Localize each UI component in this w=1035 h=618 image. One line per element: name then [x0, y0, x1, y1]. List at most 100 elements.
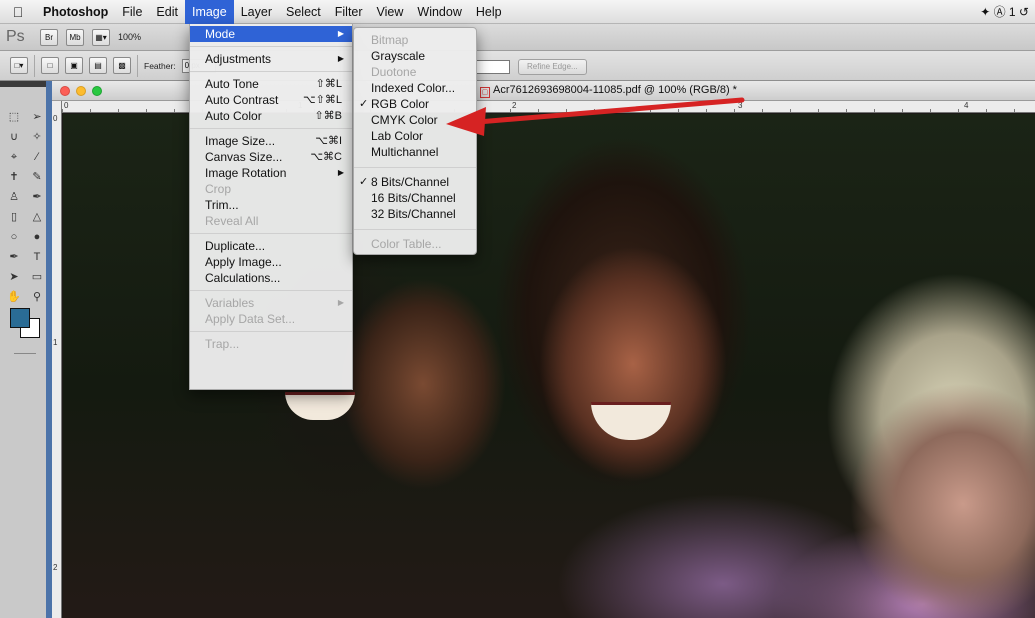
paint-bucket-tool-icon[interactable]: △	[26, 209, 48, 226]
mode-item-32-bits[interactable]: 32 Bits/Channel	[354, 206, 476, 222]
brush-tool-icon[interactable]: ✎	[26, 169, 48, 186]
mode-item-indexed-color[interactable]: Indexed Color...	[354, 80, 476, 96]
menu-item-adjustments[interactable]: Adjustments ▶	[190, 51, 352, 67]
vertical-ruler[interactable]: 0 1 2	[52, 101, 62, 618]
menu-item-auto-tone[interactable]: Auto Tone ⇧⌘L	[190, 76, 352, 92]
blur-tool-icon[interactable]: ○	[3, 229, 25, 246]
shape-tool-icon[interactable]: ▭	[26, 269, 48, 286]
menu-item-image-size[interactable]: Image Size... ⌥⌘I	[190, 133, 352, 149]
menu-file[interactable]: File	[115, 0, 149, 24]
healing-tool-icon[interactable]: ✝	[3, 169, 25, 186]
quick-select-tool-icon[interactable]: ✧	[26, 129, 48, 146]
mode-item-16-bits[interactable]: 16 Bits/Channel	[354, 190, 476, 206]
view-extras-button[interactable]: ▦▾	[92, 28, 110, 46]
divider	[137, 54, 138, 77]
history-brush-tool-icon[interactable]: ✒	[26, 189, 48, 206]
menu-select[interactable]: Select	[279, 0, 328, 24]
menu-layer[interactable]: Layer	[234, 0, 279, 24]
menu-item-label: Auto Color	[205, 109, 262, 123]
checkmark-icon: ✓	[359, 98, 369, 110]
add-selection-icon[interactable]: ▣	[65, 57, 83, 74]
lasso-tool-icon[interactable]: ∪	[3, 129, 25, 146]
menu-separator	[190, 331, 352, 332]
intersect-selection-icon[interactable]: ▩	[113, 57, 131, 74]
menu-item-duplicate[interactable]: Duplicate...	[190, 238, 352, 254]
shortcut-label: ⌥⇧⌘L	[302, 94, 342, 106]
subtract-selection-icon[interactable]: ▤	[89, 57, 107, 74]
mode-item-rgb-color[interactable]: ✓ RGB Color	[354, 96, 476, 112]
menu-item-canvas-size[interactable]: Canvas Size... ⌥⌘C	[190, 149, 352, 165]
mode-item-label: RGB Color	[371, 97, 430, 111]
eraser-tool-icon[interactable]: ▯	[3, 209, 25, 226]
mode-item-lab-color[interactable]: Lab Color	[354, 128, 476, 144]
submenu-arrow-icon: ▶	[337, 29, 344, 38]
close-icon[interactable]	[60, 86, 70, 96]
zoom-icon[interactable]	[92, 86, 102, 96]
menu-item-apply-data-set: Apply Data Set...	[205, 312, 296, 326]
minimize-icon[interactable]	[76, 86, 86, 96]
mode-item-bitmap: Bitmap	[371, 33, 409, 47]
type-tool-icon[interactable]: T	[26, 249, 48, 266]
ruler-mark: 3	[738, 101, 743, 110]
quick-mask-divider	[14, 353, 36, 354]
menu-item-auto-color[interactable]: Auto Color ⇧⌘B	[190, 108, 352, 124]
menu-photoshop[interactable]: Photoshop	[36, 0, 115, 24]
refine-edge-button[interactable]: Refine Edge...	[518, 59, 587, 75]
path-select-tool-icon[interactable]: ➤	[3, 269, 25, 286]
menu-image[interactable]: Image	[184, 0, 234, 24]
menu-item-image-rotation[interactable]: Image Rotation ▶	[190, 165, 352, 181]
menu-filter[interactable]: Filter	[328, 0, 370, 24]
document-title-text: Acr7612693698004-11085.pdf @ 100% (RGB/8…	[493, 84, 737, 96]
dodge-tool-icon[interactable]: ●	[26, 229, 48, 246]
menubar:  Photoshop File Edit Image Layer Select…	[0, 0, 1035, 24]
hand-tool-icon[interactable]: ✋	[3, 289, 25, 306]
ruler-mark: 0	[53, 114, 58, 123]
menu-edit[interactable]: Edit	[149, 0, 185, 24]
menu-item-label: Variables	[205, 296, 255, 310]
mode-item-duotone: Duotone	[371, 65, 417, 79]
zoom-level[interactable]: 100%	[118, 32, 141, 42]
menu-separator	[190, 128, 352, 129]
menu-separator	[190, 46, 352, 47]
crop-tool-icon[interactable]: ⌖	[3, 149, 25, 166]
menu-item-label: Image Size...	[205, 134, 276, 148]
ruler-mark: 1	[53, 338, 58, 347]
ruler-mark: 0	[64, 101, 69, 110]
ruler-mark: 2	[53, 563, 58, 572]
menu-item-mode[interactable]: Mode ▶	[190, 26, 352, 42]
shortcut-label: ⇧⌘B	[314, 110, 342, 122]
menu-item-apply-image[interactable]: Apply Image...	[190, 254, 352, 270]
move-tool-icon[interactable]: ➢	[26, 109, 48, 126]
mode-item-multichannel[interactable]: Multichannel	[354, 144, 476, 160]
apple-icon[interactable]: 	[0, 4, 36, 20]
marquee-tool-icon[interactable]: ⬚	[3, 109, 25, 126]
zoom-tool-icon[interactable]: ⚲	[26, 289, 48, 306]
foreground-color-swatch[interactable]	[10, 308, 30, 328]
bridge-button[interactable]: Br	[40, 28, 58, 46]
stamp-tool-icon[interactable]: ♙	[3, 189, 25, 206]
shortcut-label: ⌥⌘I	[315, 135, 342, 147]
document-title: ▢ Acr7612693698004-11085.pdf @ 100% (RGB/…	[480, 84, 737, 98]
menu-item-calculations[interactable]: Calculations...	[190, 270, 352, 286]
mode-item-cmyk-color[interactable]: CMYK Color	[354, 112, 476, 128]
minibridge-button[interactable]: Mb	[66, 28, 84, 46]
eyedropper-tool-icon[interactable]: ∕	[26, 149, 48, 166]
mode-item-8-bits[interactable]: ✓ 8 Bits/Channel	[354, 174, 476, 190]
height-field[interactable]	[476, 60, 510, 74]
menu-help[interactable]: Help	[469, 0, 509, 24]
menu-item-trap: Trap...	[205, 337, 240, 351]
menu-item-auto-contrast[interactable]: Auto Contrast ⌥⇧⌘L	[190, 92, 352, 108]
menu-item-trim[interactable]: Trim...	[190, 197, 352, 213]
menu-item-label: Auto Contrast	[205, 93, 279, 107]
status-icons[interactable]: ✦ Ⓐ 1 ↺	[980, 3, 1035, 20]
marquee-preset-icon[interactable]: □▾	[10, 57, 28, 74]
menu-view[interactable]: View	[370, 0, 411, 24]
menu-window[interactable]: Window	[410, 0, 468, 24]
menu-item-reveal-all: Reveal All	[205, 214, 259, 228]
pen-tool-icon[interactable]: ✒	[3, 249, 25, 266]
checkmark-icon: ✓	[359, 176, 369, 188]
menu-separator	[190, 290, 352, 291]
mode-item-grayscale[interactable]: Grayscale	[354, 48, 476, 64]
window-controls	[60, 86, 102, 96]
new-selection-icon[interactable]: □	[41, 57, 59, 74]
